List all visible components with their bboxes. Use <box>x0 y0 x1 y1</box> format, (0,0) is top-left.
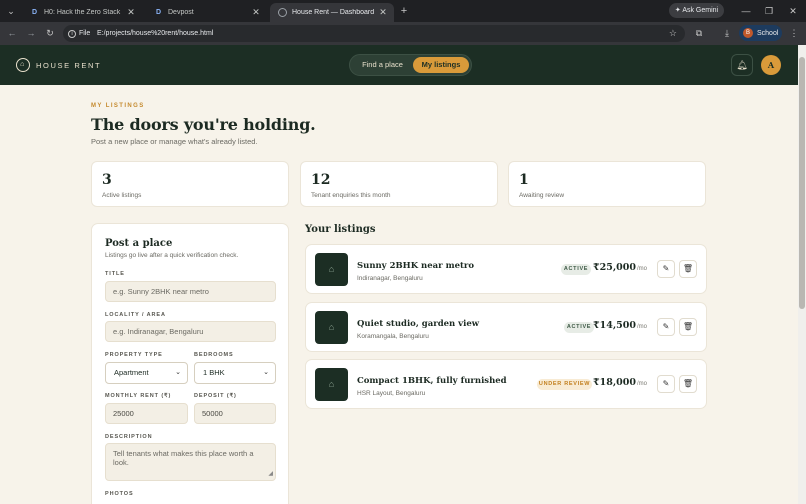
form-subtitle: Listings go live after a quick verificat… <box>105 252 239 259</box>
user-avatar[interactable]: A <box>761 55 781 75</box>
listing-name: Quiet studio, garden view <box>357 319 480 329</box>
ask-gemini-button[interactable]: ✦ Ask Gemini <box>669 3 724 18</box>
sparkle-icon: ✦ <box>674 7 681 14</box>
listing-card[interactable]: ⌂ Compact 1BHK, fully furnished HSR Layo… <box>305 359 707 409</box>
scrollbar-thumb[interactable] <box>799 57 805 309</box>
browser-tab-house-rent[interactable]: House Rent — Dashboard ✕ <box>270 3 394 22</box>
tab-search-icon[interactable]: ⌄ <box>4 4 18 18</box>
price-period: /mo <box>637 324 648 330</box>
forward-arrow-icon[interactable]: → <box>24 26 38 40</box>
close-tab-icon[interactable]: ✕ <box>378 7 388 18</box>
title-label: TITLE <box>105 271 125 277</box>
stat-active-listings: 3 Active listings <box>91 161 289 207</box>
chevron-down-icon: ⌄ <box>263 369 269 376</box>
listing-name: Sunny 2BHK near metro <box>357 261 475 271</box>
extensions-puzzle-icon[interactable]: ⧉ <box>692 26 706 40</box>
info-icon: i <box>68 29 76 38</box>
chevron-down-icon: ⌄ <box>175 369 181 376</box>
back-arrow-icon[interactable]: ← <box>5 26 19 40</box>
house-thumbnail-icon: ⌂ <box>315 311 348 344</box>
description-label: DESCRIPTION <box>105 434 153 440</box>
page-title: The doors you're holding. <box>91 115 316 134</box>
deposit-input[interactable]: 50000 <box>194 403 276 424</box>
monthly-rent-label: MONTHLY RENT (₹) <box>105 393 172 399</box>
notifications-bell-icon[interactable]: 🔔︎ <box>731 54 753 76</box>
listing-location: Koramangala, Bengaluru <box>357 333 429 340</box>
bookmark-star-icon[interactable]: ☆ <box>669 27 677 40</box>
close-tab-icon[interactable]: ✕ <box>251 7 261 18</box>
kebab-menu-icon[interactable]: ⋮ <box>787 26 801 40</box>
globe-favicon-icon <box>278 8 287 17</box>
locality-label: LOCALITY / AREA <box>105 312 166 318</box>
minimize-icon[interactable]: — <box>739 4 753 18</box>
listing-location: Indiranagar, Bengaluru <box>357 275 423 282</box>
listing-location: HSR Layout, Bengaluru <box>357 390 426 397</box>
site-info-chip[interactable]: i File <box>68 28 90 39</box>
delete-trash-icon[interactable]: 🗑︎ <box>679 318 697 336</box>
stat-tenant-enquiries: 12 Tenant enquiries this month <box>300 161 498 207</box>
edit-pencil-icon[interactable]: ✎ <box>657 318 675 336</box>
deposit-label: DEPOSIT (₹) <box>194 393 237 399</box>
price-period: /mo <box>637 381 648 387</box>
page-subtitle: Post a new place or manage what's alread… <box>91 137 258 146</box>
browser-tab-devpost[interactable]: D Devpost ✕ <box>146 3 267 22</box>
page-eyebrow: MY LISTINGS <box>91 103 145 109</box>
view-switcher: Find a place My listings <box>349 54 472 76</box>
listing-card[interactable]: ⌂ Quiet studio, garden view Koramangala,… <box>305 302 707 352</box>
address-bar[interactable]: i File E:/projects/house%20rent/house.ht… <box>63 25 685 42</box>
photos-label: PHOTOS <box>105 491 134 497</box>
download-icon[interactable]: ⤓ <box>720 26 734 40</box>
url-text: E:/projects/house%20rent/house.html <box>97 30 214 37</box>
browser-toolbar: ← → ↻ i File E:/projects/house%20rent/ho… <box>0 22 806 45</box>
resize-grip-icon[interactable]: ◢ <box>268 470 273 479</box>
my-listings-tab[interactable]: My listings <box>413 57 469 73</box>
brand[interactable]: ⌂ HOUSE RENT <box>16 58 101 72</box>
house-thumbnail-icon: ⌂ <box>315 253 348 286</box>
edit-pencil-icon[interactable]: ✎ <box>657 375 675 393</box>
listing-card[interactable]: ⌂ Sunny 2BHK near metro Indiranagar, Ben… <box>305 244 707 294</box>
browser-tab-hackathon[interactable]: D H0: Hack the Zero Stack with V ✕ <box>22 3 142 22</box>
price-period: /mo <box>637 266 648 272</box>
delete-trash-icon[interactable]: 🗑︎ <box>679 375 697 393</box>
page-viewport: ⌂ HOUSE RENT Find a place My listings 🔔︎… <box>0 45 798 504</box>
close-tab-icon[interactable]: ✕ <box>126 7 136 18</box>
status-badge: UNDER REVIEW <box>537 379 592 390</box>
locality-input[interactable]: e.g. Indiranagar, Bengaluru <box>105 321 276 342</box>
form-title: Post a place <box>105 238 173 249</box>
browser-tab-strip: ⌄ D H0: Hack the Zero Stack with V ✕ D D… <box>0 0 806 22</box>
property-type-select[interactable]: Apartment ⌄ <box>105 362 188 384</box>
bedrooms-label: BEDROOMS <box>194 352 234 358</box>
stat-awaiting-review: 1 Awaiting review <box>508 161 706 207</box>
house-logo-icon: ⌂ <box>16 58 30 72</box>
edit-pencil-icon[interactable]: ✎ <box>657 260 675 278</box>
listing-price: ₹18,000 <box>593 377 636 388</box>
listing-name: Compact 1BHK, fully furnished <box>357 376 507 386</box>
profile-avatar: B <box>743 28 753 38</box>
delete-trash-icon[interactable]: 🗑︎ <box>679 260 697 278</box>
restore-window-icon[interactable]: ❐ <box>762 4 776 18</box>
app-header: ⌂ HOUSE RENT Find a place My listings 🔔︎… <box>0 45 798 85</box>
property-type-label: PROPERTY TYPE <box>105 352 163 358</box>
find-a-place-tab[interactable]: Find a place <box>354 57 411 73</box>
listings-title: Your listings <box>305 224 376 235</box>
house-thumbnail-icon: ⌂ <box>315 368 348 401</box>
new-tab-plus-icon[interactable]: + <box>397 4 411 18</box>
description-textarea[interactable]: Tell tenants what makes this place worth… <box>105 443 276 481</box>
title-input[interactable]: e.g. Sunny 2BHK near metro <box>105 281 276 302</box>
page-scrollbar[interactable] <box>798 45 806 504</box>
monthly-rent-input[interactable]: 25000 <box>105 403 188 424</box>
reload-icon[interactable]: ↻ <box>43 26 57 40</box>
devpost-favicon-icon: D <box>31 9 38 16</box>
close-window-icon[interactable]: ✕ <box>786 4 800 18</box>
devpost-favicon-icon: D <box>155 9 162 16</box>
profile-chip[interactable]: B School <box>739 25 782 41</box>
post-place-form: Post a place Listings go live after a qu… <box>91 223 289 504</box>
bedrooms-select[interactable]: 1 BHK ⌄ <box>194 362 276 384</box>
listing-price: ₹14,500 <box>593 320 636 331</box>
listing-price: ₹25,000 <box>593 262 636 273</box>
